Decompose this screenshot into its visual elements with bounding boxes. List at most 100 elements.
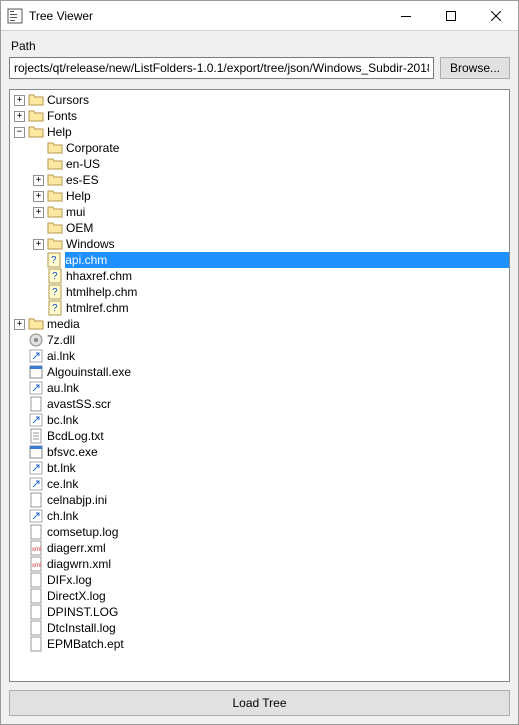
tree-file[interactable]: ch.lnk [10,508,509,524]
tree-file[interactable]: DirectX.log [10,588,509,604]
tree-spacer [14,495,25,506]
tree-item-label: htmlref.chm [66,300,129,316]
tree-item-label: diagwrn.xml [47,556,111,572]
tree-folder[interactable]: +media [10,316,509,332]
minimize-button[interactable] [383,1,428,31]
folder-icon [47,236,63,252]
tree-item-label: hhaxref.chm [66,268,132,284]
generic-icon [28,524,44,540]
tree-item-label: comsetup.log [47,524,118,540]
tree-item-label: Algouinstall.exe [47,364,131,380]
close-button[interactable] [473,1,518,31]
tree-file[interactable]: bc.lnk [10,412,509,428]
lnk-icon [28,348,44,364]
tree-file[interactable]: 7z.dll [10,332,509,348]
tree-spacer [14,591,25,602]
dll-icon [28,332,44,348]
tree-spacer [33,223,44,234]
tree-file[interactable]: bt.lnk [10,460,509,476]
tree-file[interactable]: ?htmlref.chm [10,300,509,316]
tree-file[interactable]: BcdLog.txt [10,428,509,444]
tree-spacer [14,415,25,426]
tree-spacer [33,303,44,314]
lnk-icon [28,508,44,524]
tree-item-label: Cursors [47,92,89,108]
tree-folder[interactable]: + es-ES [10,172,509,188]
chm-icon: ? [47,268,63,284]
chm-icon: ? [46,252,62,268]
tree-file[interactable]: ce.lnk [10,476,509,492]
tree-folder[interactable]: +mui [10,204,509,220]
browse-button[interactable]: Browse... [440,57,510,79]
generic-icon [28,604,44,620]
expand-icon[interactable]: + [33,191,44,202]
expand-icon[interactable]: + [14,111,25,122]
tree-file[interactable]: xmldiagwrn.xml [10,556,509,572]
tree-item-label: api.chm [65,252,509,268]
folder-icon [47,220,63,236]
xml-icon: xml [28,540,44,556]
svg-text:?: ? [51,255,57,266]
tree-file[interactable]: DPINST.LOG [10,604,509,620]
tree-item-label: ce.lnk [47,476,78,492]
expand-icon[interactable]: + [14,319,25,330]
tree-spacer [14,367,25,378]
tree-file[interactable]: ?htmlhelp.chm [10,284,509,300]
maximize-button[interactable] [428,1,473,31]
xml-icon: xml [28,556,44,572]
generic-icon [28,572,44,588]
tree-spacer [14,335,25,346]
tree-spacer [14,543,25,554]
titlebar: Tree Viewer [1,1,518,31]
generic-icon [28,636,44,652]
tree-item-label: DirectX.log [47,588,106,604]
expand-icon[interactable]: + [33,175,44,186]
tree-folder[interactable]: Corporate [10,140,509,156]
tree-folder[interactable]: + Cursors [10,92,509,108]
path-label: Path [11,39,510,53]
path-input[interactable] [9,57,434,79]
tree-item-label: DtcInstall.log [47,620,116,636]
expand-icon[interactable]: + [33,239,44,250]
tree-file[interactable]: celnabjp.ini [10,492,509,508]
expand-icon[interactable]: + [14,95,25,106]
tree-spacer [14,559,25,570]
tree-file[interactable]: ai.lnk [10,348,509,364]
tree-item-label: ai.lnk [47,348,75,364]
load-tree-button[interactable]: Load Tree [9,690,510,716]
tree-file[interactable]: bfsvc.exe [10,444,509,460]
tree-file[interactable]: Algouinstall.exe [10,364,509,380]
tree-folder[interactable]: −Help [10,124,509,140]
tree-file[interactable]: ?hhaxref.chm [10,268,509,284]
tree-item-label: diagerr.xml [47,540,106,556]
tree-item-label: es-ES [66,172,99,188]
tree-spacer [14,639,25,650]
tree-file[interactable]: xmldiagerr.xml [10,540,509,556]
tree-item-label: BcdLog.txt [47,428,104,444]
tree-folder[interactable]: OEM [10,220,509,236]
collapse-icon[interactable]: − [14,127,25,138]
tree-folder[interactable]: +Windows [10,236,509,252]
tree-file[interactable]: DIFx.log [10,572,509,588]
tree-spacer [14,623,25,634]
tree-file[interactable]: EPMBatch.ept [10,636,509,652]
tree-file[interactable]: DtcInstall.log [10,620,509,636]
tree-item-label: celnabjp.ini [47,492,107,508]
generic-icon [28,492,44,508]
tree-folder[interactable]: +Fonts [10,108,509,124]
tree-file[interactable]: avastSS.scr [10,396,509,412]
expand-icon[interactable]: + [33,207,44,218]
tree-folder[interactable]: en-US [10,156,509,172]
svg-text:?: ? [52,287,58,298]
tree-folder[interactable]: +Help [10,188,509,204]
exe-icon [28,364,44,380]
tree-file[interactable]: au.lnk [10,380,509,396]
folder-icon [28,108,44,124]
chm-icon: ? [47,284,63,300]
folder-icon [47,204,63,220]
tree-item-label: avastSS.scr [47,396,111,412]
tree-file[interactable]: ? api.chm [10,252,509,268]
tree-file[interactable]: comsetup.log [10,524,509,540]
tree-view[interactable]: +Cursors+Fonts−HelpCorporateen-US+es-ES+… [9,89,510,682]
generic-icon [28,588,44,604]
